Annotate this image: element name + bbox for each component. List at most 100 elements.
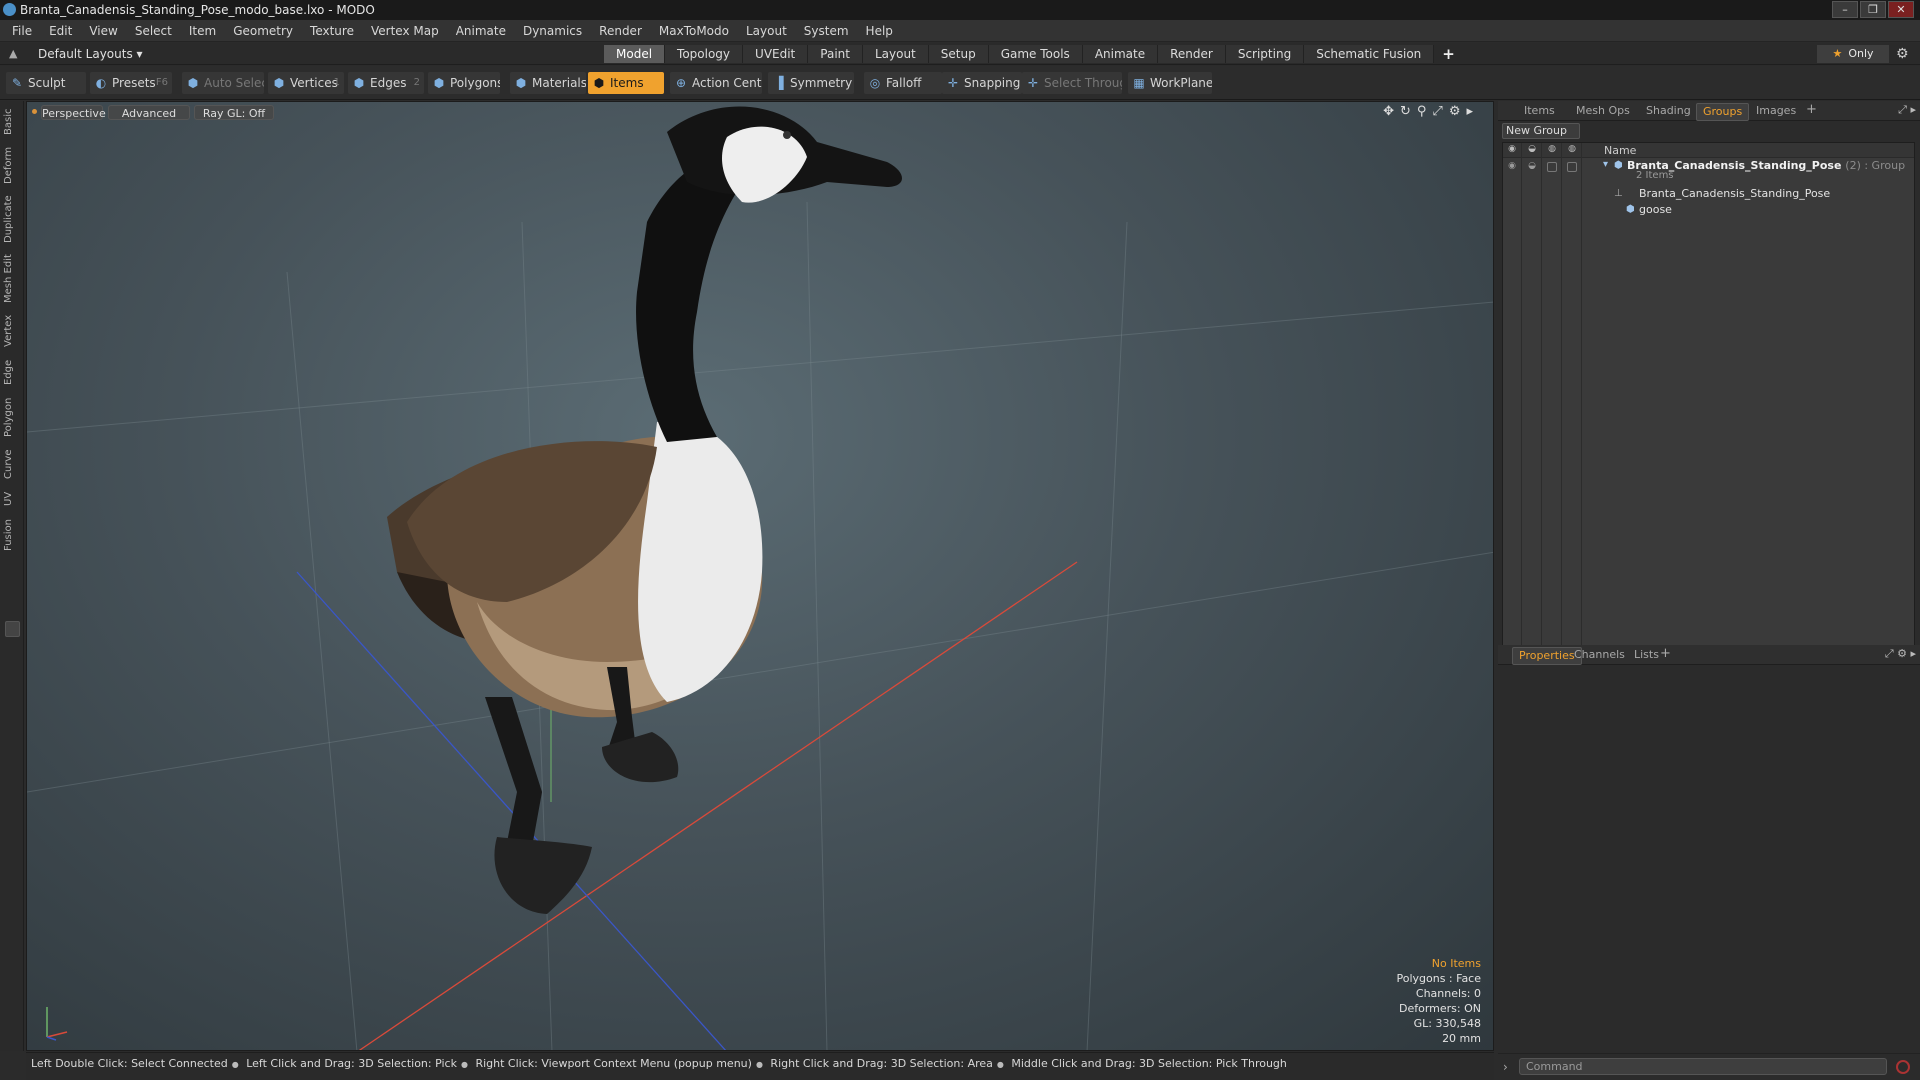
edges-button[interactable]: ⬢ Edges 2	[348, 72, 424, 94]
select-column-icon[interactable]: ◍	[1565, 144, 1579, 156]
tab-render[interactable]: Render	[1158, 45, 1226, 63]
items-button[interactable]: ⬢ Items	[588, 72, 664, 94]
tab-basic[interactable]: Basic	[3, 107, 21, 137]
menu-vertex-map[interactable]: Vertex Map	[371, 24, 439, 38]
menu-maxtomodo[interactable]: MaxToModo	[659, 24, 729, 38]
add-properties-tab-button[interactable]: +	[1660, 646, 1671, 661]
lock-checkbox[interactable]	[1547, 162, 1557, 172]
strip-toggle-button[interactable]	[5, 621, 20, 637]
materials-button[interactable]: ⬢ Materials	[510, 72, 586, 94]
group-child-row[interactable]: ⊥ Branta_Canadensis_Standing_Pose	[1503, 186, 1914, 202]
add-tab-button[interactable]: +	[1442, 45, 1455, 63]
tab-duplicate[interactable]: Duplicate	[3, 193, 21, 245]
properties-panel-expand-icon[interactable]: ⤢ ⚙ ▸	[1885, 647, 1916, 661]
pan-icon[interactable]: ✥	[1383, 104, 1394, 119]
rotate-icon[interactable]: ↻	[1400, 104, 1411, 119]
tab-topology[interactable]: Topology	[665, 45, 744, 63]
menu-view[interactable]: View	[89, 24, 117, 38]
new-group-button[interactable]: New Group	[1502, 123, 1580, 139]
tab-uv[interactable]: UV	[3, 489, 21, 509]
render-icon[interactable]: ◒	[1526, 161, 1538, 172]
command-stop-icon[interactable]	[1896, 1060, 1910, 1074]
eye-icon[interactable]: ◉	[1506, 161, 1518, 172]
menu-layout[interactable]: Layout	[746, 24, 787, 38]
render-column-icon[interactable]: ◒	[1525, 144, 1539, 156]
vertices-icon: ⬢	[273, 76, 285, 90]
tab-game-tools[interactable]: Game Tools	[988, 45, 1083, 63]
select-through-button[interactable]: ✛Select Through	[1022, 72, 1122, 94]
visibility-column-icon[interactable]: ◉	[1505, 144, 1519, 156]
tab-layout[interactable]: Layout	[862, 45, 929, 63]
tab-mesh-edit[interactable]: Mesh Edit	[3, 253, 21, 305]
action-center-button[interactable]: ⊕Action Center	[670, 72, 762, 94]
auto-select-button[interactable]: ⬢Auto Select	[182, 72, 264, 94]
workplane-button[interactable]: ▦ WorkPlane	[1128, 72, 1212, 94]
presets-button[interactable]: ◐ Presets F6	[90, 72, 172, 94]
tab-animate[interactable]: Animate	[1082, 45, 1159, 63]
sculpt-button[interactable]: ✎ Sculpt	[6, 72, 86, 94]
symmetry-button[interactable]: ▐ Symmetry	[768, 72, 854, 94]
tab-setup[interactable]: Setup	[928, 45, 989, 63]
items-icon: ⬢	[593, 76, 605, 90]
menu-file[interactable]: File	[12, 24, 32, 38]
tab-shading[interactable]: Shading	[1640, 103, 1697, 119]
panel-expand-icon[interactable]: ⤢ ▸	[1898, 103, 1916, 117]
tab-vertex[interactable]: Vertex	[3, 313, 21, 349]
group-expand-icon[interactable]: ▾	[1603, 159, 1608, 170]
add-panel-tab-button[interactable]: +	[1806, 102, 1817, 117]
zoom-icon[interactable]: ⚲	[1417, 104, 1427, 119]
tab-schematic-fusion[interactable]: Schematic Fusion	[1304, 45, 1435, 63]
menu-render[interactable]: Render	[599, 24, 642, 38]
menu-edit[interactable]: Edit	[49, 24, 72, 38]
group-child-row[interactable]: ⬢ goose	[1503, 202, 1914, 218]
viewport-settings-icon[interactable]: ⚙	[1449, 104, 1461, 119]
menu-geometry[interactable]: Geometry	[233, 24, 293, 38]
tab-model[interactable]: Model	[604, 45, 666, 63]
expand-arrow-icon[interactable]: ▸	[1466, 104, 1473, 119]
tab-images[interactable]: Images	[1750, 103, 1802, 119]
vertices-button[interactable]: ⬢ Vertices 1	[268, 72, 344, 94]
default-layouts-dropdown[interactable]: Default Layouts ▾	[38, 47, 143, 61]
minimize-button[interactable]: –	[1832, 1, 1858, 18]
close-button[interactable]: ✕	[1888, 1, 1914, 18]
advanced-shading-button[interactable]: Advanced	[108, 105, 190, 120]
tab-paint[interactable]: Paint	[808, 45, 863, 63]
menu-select[interactable]: Select	[135, 24, 172, 38]
layout-menu-icon[interactable]: ▲	[9, 47, 17, 60]
child-item-name: goose	[1639, 203, 1672, 216]
raygl-button[interactable]: Ray GL: Off	[194, 105, 274, 120]
command-input[interactable]: Command	[1519, 1058, 1887, 1075]
menu-system[interactable]: System	[804, 24, 849, 38]
polygons-button[interactable]: ⬢ Polygons	[428, 72, 500, 94]
window-title: Branta_Canadensis_Standing_Pose_modo_bas…	[20, 3, 375, 17]
fit-icon[interactable]: ⤢	[1432, 104, 1442, 119]
viewport-menu-dot[interactable]	[32, 109, 37, 114]
tab-deform[interactable]: Deform	[3, 145, 21, 185]
tab-channels[interactable]: Channels	[1568, 647, 1631, 663]
menu-animate[interactable]: Animate	[456, 24, 506, 38]
polygons-mode: Polygons : Face	[1396, 972, 1481, 985]
falloff-button[interactable]: ◎ Falloff	[864, 72, 942, 94]
tab-polygon[interactable]: Polygon	[3, 395, 21, 439]
maximize-button[interactable]: ❐	[1860, 1, 1886, 18]
tab-mesh-ops[interactable]: Mesh Ops	[1570, 103, 1636, 119]
tab-edge[interactable]: Edge	[3, 357, 21, 387]
tab-items[interactable]: Items	[1518, 103, 1561, 119]
group-row[interactable]: ◉ ◒ ▾ ⬢ Branta_Canadensis_Standing_Pose …	[1503, 158, 1914, 186]
tab-uvedit[interactable]: UVEdit	[743, 45, 809, 63]
tab-scripting[interactable]: Scripting	[1225, 45, 1305, 63]
tab-groups[interactable]: Groups	[1696, 103, 1750, 121]
lock-column-icon[interactable]: ◍	[1545, 144, 1559, 156]
perspective-button[interactable]: Perspective	[41, 105, 106, 120]
only-button[interactable]: ★ Only	[1817, 45, 1889, 63]
3d-viewport[interactable]: Perspective Advanced Ray GL: Off ✥ ↻ ⚲ ⤢…	[26, 101, 1494, 1051]
gear-icon[interactable]: ⚙	[1896, 46, 1909, 62]
menu-item[interactable]: Item	[189, 24, 216, 38]
tab-curve[interactable]: Curve	[3, 447, 21, 481]
menu-texture[interactable]: Texture	[310, 24, 354, 38]
tab-fusion[interactable]: Fusion	[3, 517, 21, 553]
menu-help[interactable]: Help	[866, 24, 893, 38]
select-checkbox[interactable]	[1567, 162, 1577, 172]
menu-dynamics[interactable]: Dynamics	[523, 24, 582, 38]
snapping-button[interactable]: ✛ Snapping	[942, 72, 1022, 94]
